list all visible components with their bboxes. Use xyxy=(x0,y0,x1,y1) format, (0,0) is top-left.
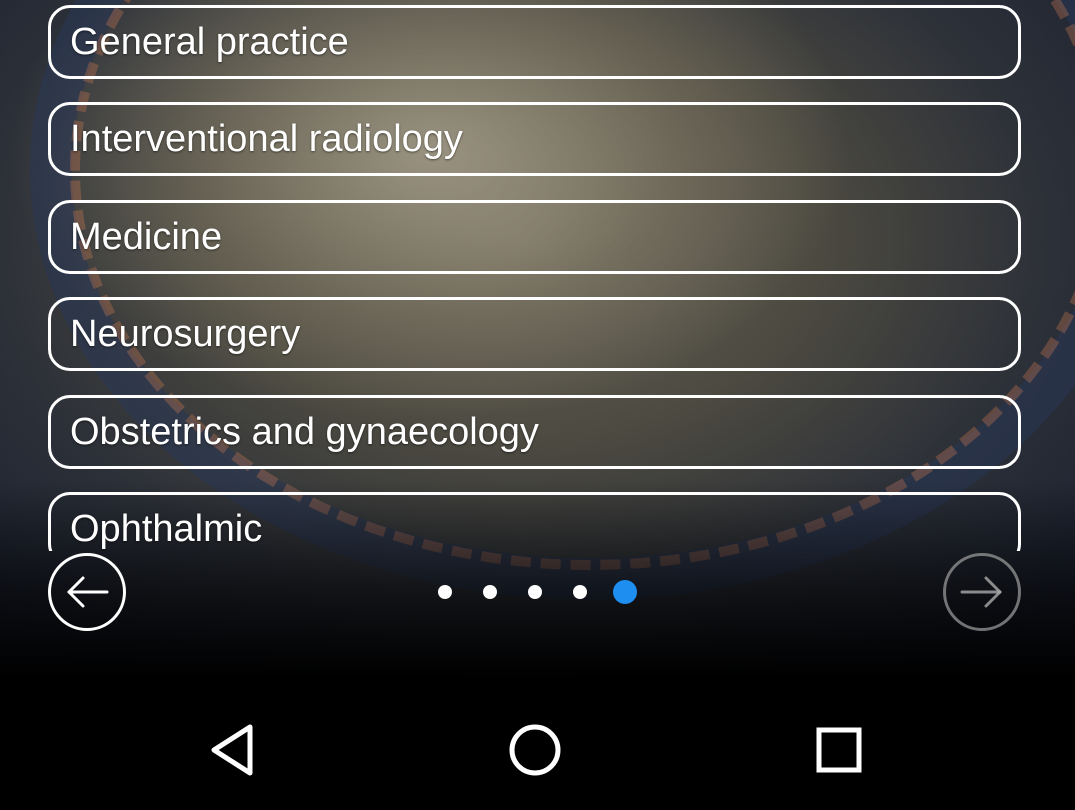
list-item-neurosurgery[interactable]: Neurosurgery xyxy=(48,297,1021,371)
list-item-label: Neurosurgery xyxy=(70,313,301,355)
list-item-interventional-radiology[interactable]: Interventional radiology xyxy=(48,102,1021,176)
arrow-right-icon xyxy=(960,576,1002,608)
app-screen: General practice Interventional radiolog… xyxy=(0,0,1075,810)
triangle-back-icon xyxy=(211,724,253,776)
list-item-label: Interventional radiology xyxy=(70,118,463,160)
previous-page-button[interactable] xyxy=(48,553,126,631)
list-item-general-practice[interactable]: General practice xyxy=(48,5,1021,79)
page-dot-5-active[interactable] xyxy=(613,580,637,604)
circle-home-icon xyxy=(509,724,561,776)
system-navigation-bar xyxy=(0,680,1075,810)
list-item-label: Medicine xyxy=(70,216,223,258)
list-item-obstetrics-gynaecology[interactable]: Obstetrics and gynaecology xyxy=(48,395,1021,469)
back-button[interactable] xyxy=(198,715,268,785)
next-page-button[interactable] xyxy=(943,553,1021,631)
page-dot-3[interactable] xyxy=(528,585,542,599)
list-item-label: Ophthalmic xyxy=(70,508,263,550)
list-item-label: Obstetrics and gynaecology xyxy=(70,411,539,453)
square-recents-icon xyxy=(816,727,862,773)
page-dot-2[interactable] xyxy=(483,585,497,599)
recents-button[interactable] xyxy=(804,715,874,785)
list-item-ophthalmic[interactable]: Ophthalmic xyxy=(48,492,1021,551)
page-dot-1[interactable] xyxy=(438,585,452,599)
list-item-medicine[interactable]: Medicine xyxy=(48,200,1021,274)
page-indicator xyxy=(437,580,637,604)
page-dot-4[interactable] xyxy=(573,585,587,599)
arrow-left-icon xyxy=(67,576,109,608)
home-button[interactable] xyxy=(500,715,570,785)
specialty-list: General practice Interventional radiolog… xyxy=(0,0,1075,551)
list-item-label: General practice xyxy=(70,21,349,63)
